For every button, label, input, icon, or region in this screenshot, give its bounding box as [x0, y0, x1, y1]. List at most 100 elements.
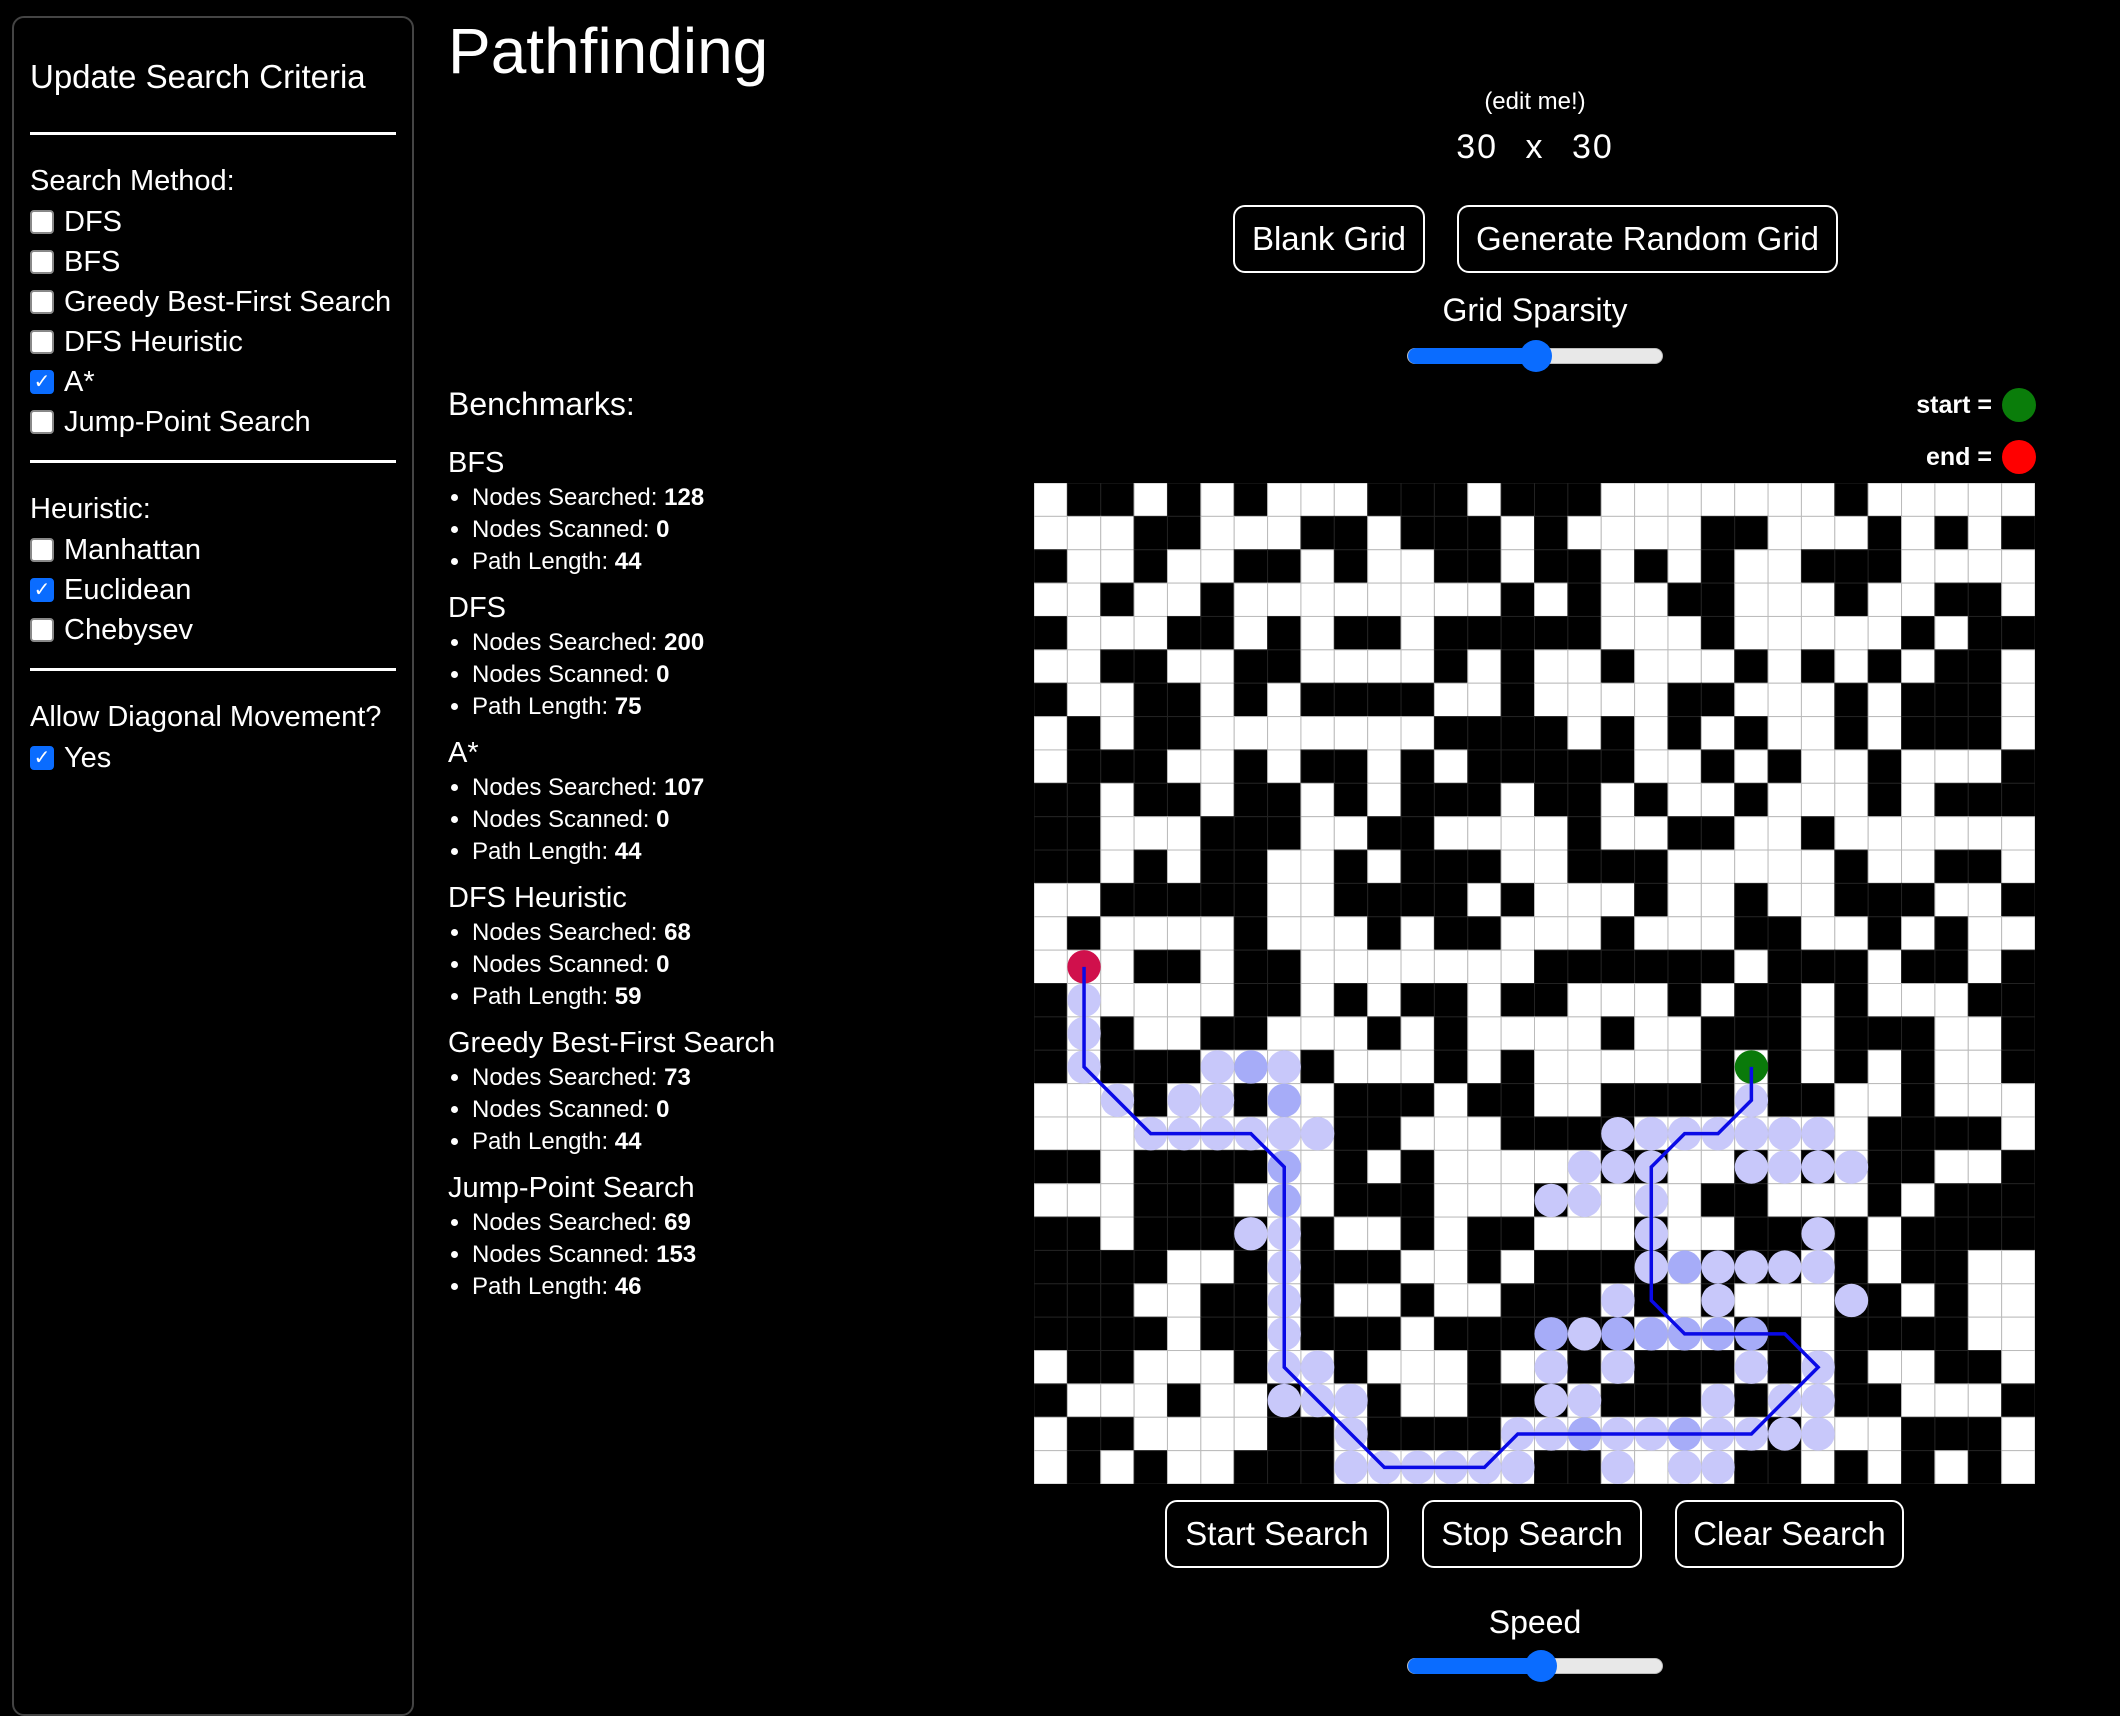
wall-cell[interactable]	[1166, 682, 1202, 718]
wall-cell[interactable]	[1901, 1450, 1936, 1484]
open-cell[interactable]	[1700, 483, 1736, 517]
open-cell[interactable]	[1534, 816, 1569, 851]
open-cell[interactable]	[1600, 549, 1636, 584]
wall-cell[interactable]	[1333, 515, 1369, 551]
open-cell[interactable]	[1867, 1216, 1903, 1251]
open-cell[interactable]	[1934, 1049, 1969, 1085]
wall-cell[interactable]	[1066, 1149, 1102, 1185]
open-cell[interactable]	[1034, 649, 1068, 684]
open-cell[interactable]	[1967, 1316, 2003, 1352]
open-cell[interactable]	[1634, 1049, 1669, 1085]
wall-cell[interactable]	[1034, 1249, 1068, 1285]
open-cell[interactable]	[1166, 649, 1202, 684]
open-cell[interactable]	[1400, 1316, 1435, 1352]
open-cell[interactable]	[1034, 749, 1068, 784]
wall-cell[interactable]	[1367, 1116, 1402, 1151]
wall-cell[interactable]	[1934, 782, 1969, 818]
checkbox[interactable]	[30, 538, 54, 562]
option-greedy-best-first-search[interactable]: Greedy Best-First Search	[30, 282, 396, 322]
wall-cell[interactable]	[1367, 882, 1402, 918]
wall-cell[interactable]	[1600, 649, 1636, 684]
wall-cell[interactable]	[1100, 882, 1135, 918]
open-cell[interactable]	[1200, 483, 1235, 517]
open-cell[interactable]	[1066, 649, 1102, 684]
open-cell[interactable]	[1400, 649, 1435, 684]
open-cell[interactable]	[1867, 1249, 1903, 1285]
open-cell[interactable]	[1534, 582, 1569, 617]
wall-cell[interactable]	[1100, 1350, 1135, 1385]
open-cell[interactable]	[1600, 983, 1636, 1018]
open-cell[interactable]	[1534, 1049, 1569, 1085]
wall-cell[interactable]	[2001, 1016, 2035, 1051]
open-cell[interactable]	[1834, 782, 1869, 818]
wall-cell[interactable]	[1467, 615, 1502, 651]
wall-cell[interactable]	[1934, 1350, 1969, 1385]
open-cell[interactable]	[1300, 615, 1335, 651]
open-cell[interactable]	[1634, 716, 1669, 751]
wall-cell[interactable]	[1467, 1416, 1502, 1452]
open-cell[interactable]	[1367, 1283, 1402, 1318]
open-cell[interactable]	[1433, 682, 1469, 718]
wall-cell[interactable]	[1700, 949, 1736, 984]
open-cell[interactable]	[1333, 816, 1369, 851]
wall-cell[interactable]	[1433, 849, 1469, 884]
wall-cell[interactable]	[1100, 483, 1135, 517]
open-cell[interactable]	[1066, 1083, 1102, 1118]
wall-cell[interactable]	[1901, 949, 1936, 984]
wall-cell[interactable]	[1934, 949, 1969, 984]
open-cell[interactable]	[1267, 882, 1302, 918]
open-cell[interactable]	[1734, 816, 1769, 851]
wall-cell[interactable]	[1500, 1049, 1535, 1085]
wall-cell[interactable]	[1133, 1249, 1168, 1285]
wall-cell[interactable]	[1600, 749, 1636, 784]
wall-cell[interactable]	[1934, 1249, 1969, 1285]
wall-cell[interactable]	[1133, 882, 1168, 918]
open-cell[interactable]	[1200, 1416, 1235, 1452]
wall-cell[interactable]	[1734, 1016, 1769, 1051]
open-cell[interactable]	[1700, 649, 1736, 684]
wall-cell[interactable]	[1433, 615, 1469, 651]
wall-cell[interactable]	[1400, 816, 1435, 851]
wall-cell[interactable]	[1834, 1049, 1869, 1085]
wall-cell[interactable]	[1534, 749, 1569, 784]
wall-cell[interactable]	[1934, 1283, 1969, 1318]
wall-cell[interactable]	[1634, 1383, 1669, 1418]
wall-cell[interactable]	[1066, 1249, 1102, 1285]
open-cell[interactable]	[1700, 1216, 1736, 1251]
option-dfs[interactable]: DFS	[30, 202, 396, 242]
wall-cell[interactable]	[1634, 949, 1669, 984]
wall-cell[interactable]	[1567, 1116, 1602, 1151]
wall-cell[interactable]	[1233, 749, 1269, 784]
wall-cell[interactable]	[1934, 1416, 1969, 1452]
wall-cell[interactable]	[1834, 716, 1869, 751]
open-cell[interactable]	[1100, 782, 1135, 818]
option-yes[interactable]: Yes	[30, 738, 396, 778]
wall-cell[interactable]	[1267, 649, 1302, 684]
open-cell[interactable]	[1267, 849, 1302, 884]
wall-cell[interactable]	[1200, 816, 1235, 851]
wall-cell[interactable]	[1767, 1083, 1802, 1118]
wall-cell[interactable]	[1100, 1316, 1135, 1352]
open-cell[interactable]	[1400, 916, 1435, 951]
wall-cell[interactable]	[1600, 1383, 1636, 1418]
open-cell[interactable]	[1166, 749, 1202, 784]
wall-cell[interactable]	[1901, 1116, 1936, 1151]
wall-cell[interactable]	[1433, 649, 1469, 684]
wall-cell[interactable]	[1267, 1416, 1302, 1452]
open-cell[interactable]	[1867, 615, 1903, 651]
wall-cell[interactable]	[1066, 1416, 1102, 1452]
wall-cell[interactable]	[1967, 1216, 2003, 1251]
open-cell[interactable]	[1034, 582, 1068, 617]
wall-cell[interactable]	[1567, 1450, 1602, 1484]
open-cell[interactable]	[1867, 582, 1903, 617]
wall-cell[interactable]	[1934, 582, 1969, 617]
wall-cell[interactable]	[1967, 649, 2003, 684]
open-cell[interactable]	[1634, 483, 1669, 517]
open-cell[interactable]	[1066, 549, 1102, 584]
open-cell[interactable]	[1867, 483, 1903, 517]
wall-cell[interactable]	[1300, 1416, 1335, 1452]
open-cell[interactable]	[1967, 1149, 2003, 1185]
wall-cell[interactable]	[1166, 1383, 1202, 1418]
wall-cell[interactable]	[1967, 1416, 2003, 1452]
open-cell[interactable]	[1267, 483, 1302, 517]
